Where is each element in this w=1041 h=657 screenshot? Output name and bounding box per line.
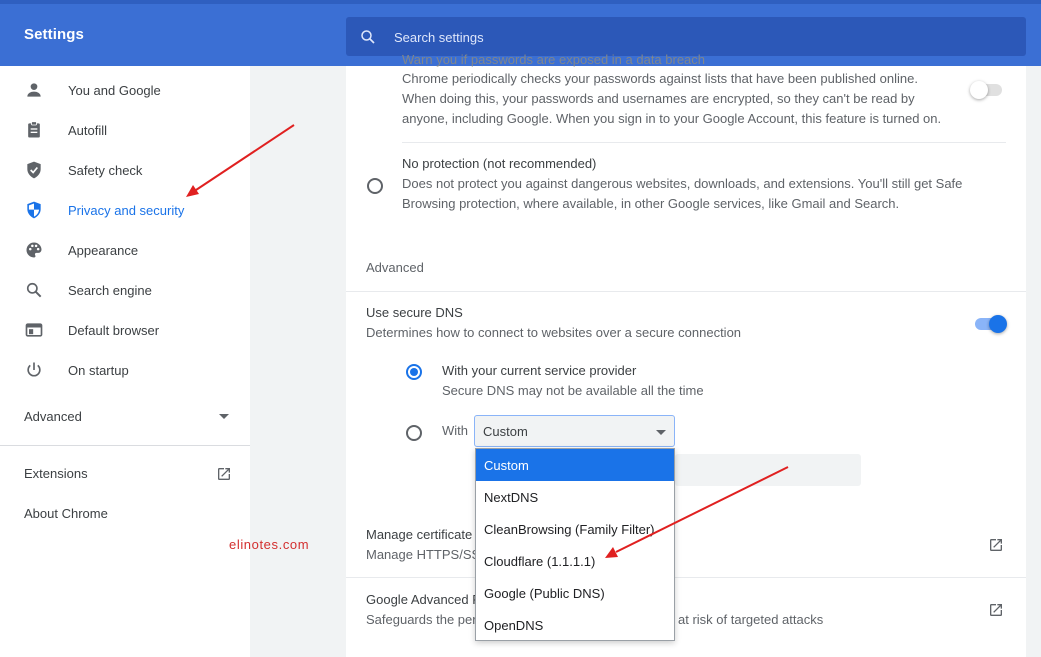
dns-option-label: Cloudflare (1.1.1.1) [484, 554, 596, 569]
toggle-knob [970, 81, 988, 99]
shield-check-icon [27, 161, 41, 179]
search-icon [26, 282, 42, 298]
dns-option-google[interactable]: Google (Public DNS) [476, 577, 674, 609]
search-icon [361, 30, 375, 44]
sidebar-item-appearance[interactable]: Appearance [0, 228, 250, 268]
advanced-heading: Advanced [366, 260, 424, 275]
manage-certificates-desc: Manage HTTPS/SS [366, 547, 481, 562]
external-link-icon[interactable] [988, 537, 1004, 553]
external-link-icon[interactable] [988, 602, 1004, 618]
secure-dns-desc: Determines how to connect to websites ov… [366, 325, 742, 340]
sidebar-advanced[interactable]: Advanced [24, 409, 82, 424]
sidebar-item-autofill[interactable]: Autofill [0, 108, 250, 148]
dns-option-label: Custom [484, 458, 529, 473]
secure-dns-toggle[interactable] [975, 315, 1007, 333]
dns-option-label: NextDNS [484, 490, 539, 505]
palette-icon [26, 242, 42, 258]
dns-provider-dropdown[interactable]: Custom NextDNS CleanBrowsing (Family Fil… [475, 448, 675, 641]
dns-option-label: Google (Public DNS) [484, 586, 605, 601]
chevron-down-icon [656, 430, 666, 435]
clipboard-icon [28, 121, 40, 138]
password-warning-desc-line3: anyone, including Google. When you sign … [402, 111, 942, 126]
watermark: elinotes.com [229, 537, 310, 552]
dns-option-opendns[interactable]: OpenDNS [476, 609, 674, 641]
sidebar-item-label: Privacy and security [68, 203, 185, 218]
current-provider-radio[interactable] [406, 364, 422, 380]
sidebar-item-label: On startup [68, 363, 129, 378]
external-link-icon[interactable] [216, 466, 232, 482]
secure-dns-title: Use secure DNS [366, 305, 463, 320]
app-title: Settings [24, 26, 84, 43]
person-icon [27, 83, 41, 97]
sidebar-item-label: Autofill [68, 123, 108, 138]
current-provider-title: With your current service provider [442, 363, 637, 378]
dns-option-custom[interactable]: Custom [476, 449, 674, 481]
sidebar-divider [0, 445, 250, 446]
dns-option-nextdns[interactable]: NextDNS [476, 481, 674, 513]
manage-certificates-card[interactable]: Manage certificate Manage HTTPS/SS [346, 513, 1026, 577]
sidebar-item-safety-check[interactable]: Safety check [0, 148, 250, 188]
advanced-protection-desc-right: at risk of targeted attacks [678, 612, 824, 627]
current-provider-desc: Secure DNS may not be available all the … [442, 383, 704, 398]
password-warning-title: Warn you if passwords are exposed in a d… [402, 52, 706, 67]
sidebar-item-label: Safety check [68, 163, 143, 178]
sidebar-item-you-and-google[interactable]: You and Google [0, 68, 250, 108]
custom-dns-input[interactable] [675, 454, 861, 486]
advanced-protection-desc-left: Safeguards the per [366, 612, 477, 627]
power-icon [27, 362, 41, 377]
sidebar-item-default-browser[interactable]: Default browser [0, 308, 250, 348]
no-protection-title: No protection (not recommended) [402, 156, 597, 171]
sidebar-extensions[interactable]: Extensions [24, 466, 88, 481]
custom-provider-radio[interactable] [406, 425, 422, 441]
sidebar: You and Google Autofill Safety check Pri… [0, 66, 250, 657]
password-warning-toggle[interactable] [970, 81, 1002, 99]
dns-option-label: OpenDNS [484, 618, 544, 633]
sidebar-item-label: Search engine [68, 283, 152, 298]
sidebar-item-label: Appearance [68, 243, 139, 258]
no-protection-radio[interactable] [367, 178, 383, 194]
shield-icon [27, 201, 41, 219]
divider [346, 291, 1026, 292]
sidebar-item-search-engine[interactable]: Search engine [0, 268, 250, 308]
privacy-settings-card: Warn you if passwords are exposed in a d… [346, 52, 1026, 513]
dns-option-label: CleanBrowsing (Family Filter) [484, 522, 655, 537]
sidebar-item-on-startup[interactable]: On startup [0, 348, 250, 388]
sidebar-item-label: Default browser [68, 323, 160, 338]
manage-certificates-title: Manage certificate [366, 527, 473, 542]
toggle-knob [989, 315, 1007, 333]
with-label: With [442, 423, 468, 438]
chevron-down-icon[interactable] [219, 414, 229, 420]
dns-option-cloudflare[interactable]: Cloudflare (1.1.1.1) [476, 545, 674, 577]
sidebar-item-privacy-and-security[interactable]: Privacy and security [0, 188, 250, 228]
divider [402, 142, 1006, 143]
dns-provider-select-value: Custom [483, 424, 528, 439]
advanced-protection-title: Google Advanced P [366, 592, 481, 607]
no-protection-desc-line2: Browsing protection, where available, in… [402, 196, 900, 211]
sidebar-item-label: You and Google [68, 83, 161, 98]
no-protection-desc-line1: Does not protect you against dangerous w… [402, 176, 963, 191]
browser-window-icon [25, 323, 43, 337]
sidebar-about-chrome[interactable]: About Chrome [24, 506, 108, 521]
dns-option-cleanbrowsing[interactable]: CleanBrowsing (Family Filter) [476, 513, 674, 545]
password-warning-desc-line1: Chrome periodically checks your password… [402, 71, 918, 86]
dns-provider-select[interactable]: Custom [474, 415, 675, 447]
password-warning-desc-line2: When doing this, your passwords and user… [402, 91, 915, 106]
advanced-protection-card[interactable]: Google Advanced P Safeguards the per at … [346, 578, 1026, 657]
